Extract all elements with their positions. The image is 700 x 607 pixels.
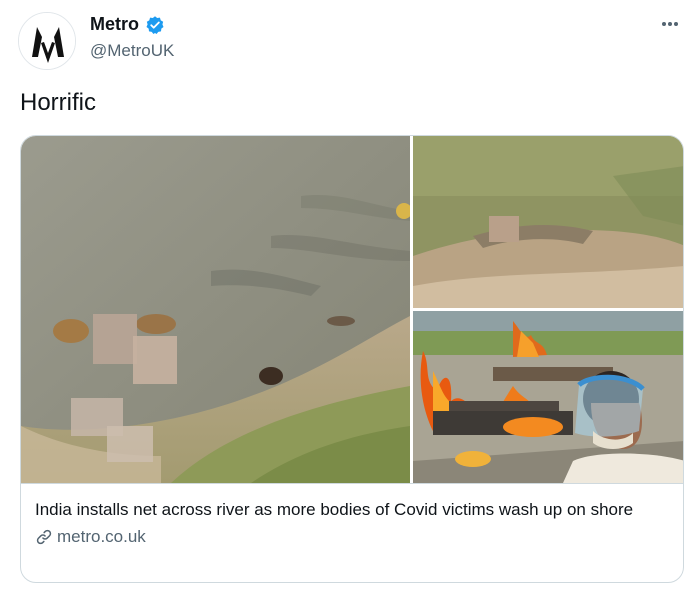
author-name-row: Metro bbox=[90, 14, 165, 35]
tweet: Metro @MetroUK Horrific India installs n… bbox=[0, 0, 700, 607]
card-domain[interactable]: metro.co.uk bbox=[35, 527, 671, 547]
tweet-text: Horrific bbox=[20, 89, 96, 116]
burning-pyres-photo bbox=[413, 311, 683, 483]
more-options-icon[interactable] bbox=[658, 14, 682, 34]
metro-logo bbox=[19, 13, 75, 69]
card-media bbox=[21, 136, 683, 483]
link-card[interactable]: India installs net across river as more … bbox=[20, 135, 684, 583]
display-name[interactable]: Metro bbox=[90, 14, 139, 35]
riverside-cremation-site-photo bbox=[413, 136, 683, 308]
avatar[interactable] bbox=[18, 12, 76, 70]
verified-badge-icon bbox=[145, 15, 165, 35]
river-bank-photo bbox=[21, 136, 410, 483]
card-domain-text[interactable]: metro.co.uk bbox=[57, 527, 146, 547]
link-icon bbox=[35, 528, 53, 546]
author-handle[interactable]: @MetroUK bbox=[90, 41, 174, 61]
card-footer[interactable]: India installs net across river as more … bbox=[21, 483, 683, 582]
card-title[interactable]: India installs net across river as more … bbox=[35, 498, 671, 521]
